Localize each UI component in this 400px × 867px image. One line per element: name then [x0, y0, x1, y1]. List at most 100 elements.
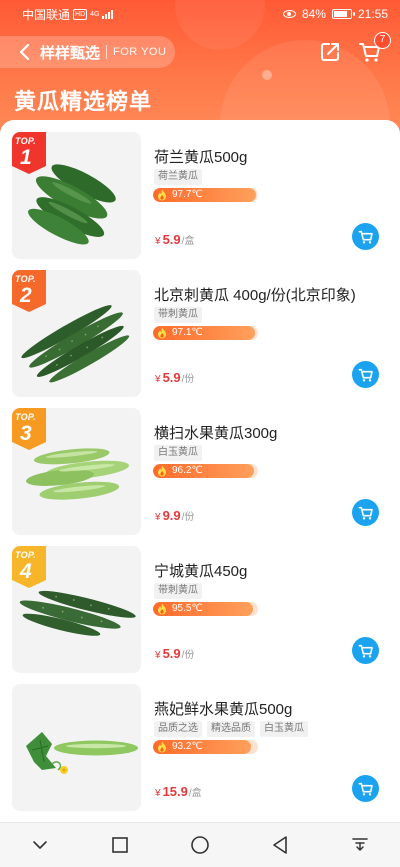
price-unit: /盒	[188, 788, 202, 799]
price-amount: 15.9	[162, 784, 188, 799]
add-to-cart-button[interactable]	[352, 361, 379, 388]
rank-badge: TOP. 2	[12, 270, 46, 312]
rank-number: 2	[20, 284, 32, 307]
heat-value: 95.5℃	[172, 603, 203, 614]
product-tag: 精选品质	[207, 721, 255, 737]
cart-count-badge: 7	[374, 32, 391, 49]
decor-dot	[262, 70, 272, 80]
cart-icon	[358, 644, 373, 658]
price-unit: /份	[181, 650, 195, 661]
heat-value: 97.7℃	[172, 189, 203, 200]
nav-divider	[106, 45, 108, 59]
battery-percent: 84%	[301, 7, 326, 21]
heat-value: 97.1℃	[172, 327, 203, 338]
flame-icon	[158, 189, 166, 201]
heat-value: 96.2℃	[172, 465, 203, 476]
list-item[interactable]: TOP. 1 荷兰黄瓜500g 荷兰黄瓜 97.7℃ ¥ 5.9 /盒	[0, 120, 400, 259]
price-unit: /份	[181, 512, 195, 523]
triangle-back-icon[interactable]	[265, 830, 295, 860]
rank-number: 3	[20, 422, 32, 445]
product-image[interactable]	[12, 684, 141, 811]
product-image[interactable]: TOP. 2	[12, 270, 141, 397]
heat-fill	[153, 326, 255, 340]
heat-fill	[153, 188, 256, 202]
heat-value: 93.2℃	[172, 741, 203, 752]
chevron-left-icon[interactable]	[14, 42, 34, 62]
heat-fill	[153, 464, 254, 478]
product-price: ¥ 5.9 /份	[155, 646, 194, 661]
rank-label: TOP.	[15, 136, 36, 146]
flame-icon	[158, 327, 166, 339]
heat-bar: 97.7℃	[153, 188, 258, 202]
heat-fill	[153, 602, 254, 616]
list-item[interactable]: TOP. 4 宁城黄瓜450g 带刺黄瓜 95.5℃ ¥ 5.9 /份	[0, 534, 400, 673]
product-price: ¥ 9.9 /份	[155, 508, 194, 523]
price-unit: /份	[181, 374, 195, 385]
product-title[interactable]: 横扫水果黄瓜300g	[154, 422, 277, 443]
product-tag: 荷兰黄瓜	[154, 169, 202, 185]
heat-bar: 97.1℃	[153, 326, 258, 340]
product-tag: 带刺黄瓜	[154, 307, 202, 323]
product-title[interactable]: 宁城黄瓜450g	[154, 560, 247, 581]
rank-badge: TOP. 3	[12, 408, 46, 450]
cart-icon	[358, 506, 373, 520]
nav-pill: 样样甄选 FOR YOU	[0, 36, 175, 68]
status-bar: 中国联通 HD 4G 84% 21:55	[0, 0, 400, 28]
list-item[interactable]: 燕妃鲜水果黄瓜500g 品质之选 精选品质 白玉黄瓜 93.2℃ ¥ 15.9 …	[0, 672, 400, 811]
price-unit: /盒	[181, 236, 195, 247]
product-image[interactable]: TOP. 1	[12, 132, 141, 259]
product-tag: 带刺黄瓜	[154, 583, 202, 599]
product-list: TOP. 1 荷兰黄瓜500g 荷兰黄瓜 97.7℃ ¥ 5.9 /盒 TOP.…	[0, 120, 400, 822]
list-item[interactable]: TOP. 3 横扫水果黄瓜300g 白玉黄瓜 96.2℃ ¥ 9.9 /份	[0, 396, 400, 535]
nav-title: 样样甄选	[40, 44, 101, 62]
currency-symbol: ¥	[155, 236, 161, 247]
product-image[interactable]: TOP. 3	[12, 408, 141, 535]
eye-icon	[282, 10, 296, 18]
price-amount: 5.9	[162, 646, 181, 661]
rank-label: TOP.	[15, 274, 36, 284]
share-icon[interactable]	[318, 40, 342, 64]
square-recent-icon[interactable]	[105, 830, 135, 860]
rank-label: TOP.	[15, 550, 36, 560]
product-tag: 白玉黄瓜	[154, 445, 202, 461]
product-title[interactable]: 荷兰黄瓜500g	[154, 146, 247, 167]
flame-icon	[158, 603, 166, 615]
network-type: 4G	[90, 10, 100, 18]
product-price: ¥ 5.9 /份	[155, 370, 194, 385]
list-item[interactable]: TOP. 2 北京刺黄瓜 400g/份(北京印象) 带刺黄瓜 97.1℃ ¥ 5…	[0, 258, 400, 397]
cart-icon	[358, 782, 373, 796]
heat-bar: 96.2℃	[153, 464, 258, 478]
rank-number: 4	[20, 560, 32, 583]
nav-subtitle: FOR YOU	[113, 46, 167, 58]
add-to-cart-button[interactable]	[352, 775, 379, 802]
carrier-name: 中国联通	[22, 7, 71, 22]
system-navigation-bar	[0, 822, 400, 867]
page-title: 黄瓜精选榜单	[14, 89, 153, 114]
chevron-down-icon[interactable]	[25, 830, 55, 860]
currency-symbol: ¥	[155, 512, 161, 523]
price-amount: 9.9	[162, 508, 181, 523]
circle-home-icon[interactable]	[185, 830, 215, 860]
add-to-cart-button[interactable]	[352, 499, 379, 526]
product-tag: 白玉黄瓜	[260, 721, 308, 737]
price-amount: 5.9	[162, 370, 181, 385]
signal-icon	[102, 9, 114, 19]
flame-icon	[158, 465, 166, 477]
price-amount: 5.9	[162, 232, 181, 247]
currency-symbol: ¥	[155, 788, 161, 799]
battery-icon	[331, 9, 355, 19]
add-to-cart-button[interactable]	[352, 223, 379, 250]
cart-icon	[358, 368, 373, 382]
currency-symbol: ¥	[155, 374, 161, 385]
clock: 21:55	[357, 7, 388, 21]
product-title[interactable]: 北京刺黄瓜 400g/份(北京印象)	[154, 284, 356, 305]
product-tag: 品质之选	[154, 721, 202, 737]
flame-icon	[158, 741, 166, 753]
product-title[interactable]: 燕妃鲜水果黄瓜500g	[154, 698, 292, 719]
add-to-cart-button[interactable]	[352, 637, 379, 664]
cart-icon[interactable]: 7	[358, 32, 391, 64]
product-image[interactable]: TOP. 4	[12, 546, 141, 673]
rank-label: TOP.	[15, 412, 36, 422]
pull-down-icon[interactable]	[345, 830, 375, 860]
cart-icon	[358, 230, 373, 244]
